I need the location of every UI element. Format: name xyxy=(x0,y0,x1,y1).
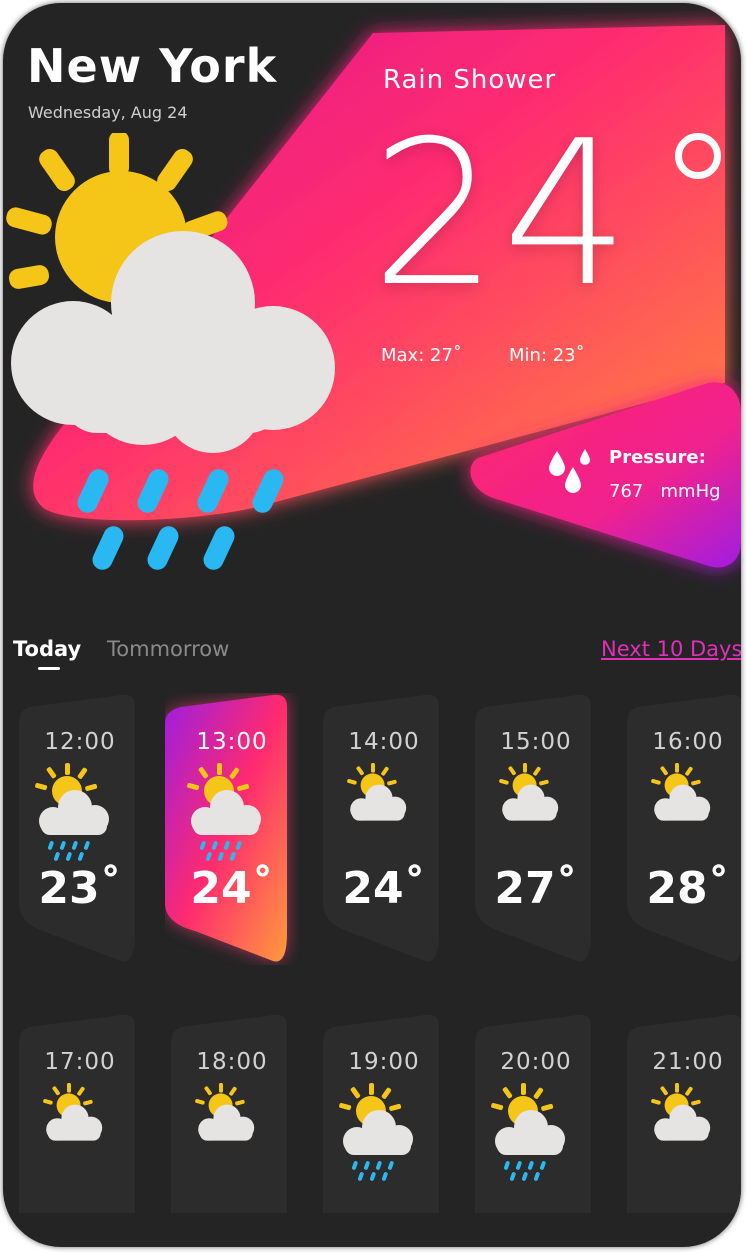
hourly-card-2000[interactable]: 20:00 xyxy=(469,1013,619,1213)
next-10-days-link[interactable]: Next 10 Days xyxy=(601,637,741,661)
hourly-card-1700[interactable]: 17:00 xyxy=(13,1013,163,1213)
city-name: New York xyxy=(27,39,278,93)
hourly-card-1600[interactable]: 16:00 28˚ xyxy=(621,693,741,965)
hourly-card-1900[interactable]: 19:00 xyxy=(317,1013,467,1213)
current-temperature: 24 xyxy=(371,98,634,331)
cloud-sun-icon xyxy=(187,1083,267,1167)
hourly-time: 14:00 xyxy=(348,729,420,755)
rain-cloud-sun-icon xyxy=(187,763,267,867)
rain-cloud-sun-icon xyxy=(491,1083,571,1187)
hourly-time: 17:00 xyxy=(44,1049,116,1075)
hourly-card-1200[interactable]: 12:00 23˚ xyxy=(13,693,163,965)
current-date: Wednesday, Aug 24 xyxy=(28,103,188,122)
cloud-sun-icon xyxy=(643,1083,723,1167)
hourly-card-2100[interactable]: 21:00 xyxy=(621,1013,741,1213)
hourly-time: 13:00 xyxy=(196,729,268,755)
tab-today[interactable]: Today xyxy=(13,637,81,661)
hourly-time: 19:00 xyxy=(348,1049,420,1075)
hourly-card-1300[interactable]: 13:00 24˚ xyxy=(165,693,315,965)
hourly-temp: 23˚ xyxy=(38,863,122,914)
hourly-card-1500[interactable]: 15:00 27˚ xyxy=(469,693,619,965)
cloud-sun-icon xyxy=(35,1083,115,1167)
hourly-time: 15:00 xyxy=(500,729,572,755)
hourly-temp: 27˚ xyxy=(494,863,578,914)
hourly-temp: 24˚ xyxy=(342,863,426,914)
hourly-time: 18:00 xyxy=(196,1049,268,1075)
hourly-time: 16:00 xyxy=(652,729,724,755)
hourly-time: 20:00 xyxy=(500,1049,572,1075)
weather-condition: Rain Shower xyxy=(383,65,557,95)
cloud-sun-icon xyxy=(643,763,723,847)
hourly-temp: 24˚ xyxy=(190,863,274,914)
max-temperature: Max: 27˚ xyxy=(381,345,462,366)
hourly-time: 12:00 xyxy=(44,729,116,755)
phone-screen: New York Wednesday, Aug 24 Rain Shower 2… xyxy=(3,3,741,1247)
current-weather-panel: New York Wednesday, Aug 24 Rain Shower 2… xyxy=(3,3,741,623)
rain-cloud-sun-icon xyxy=(339,1083,419,1187)
hourly-temp: 28˚ xyxy=(646,863,730,914)
water-drops-icon xyxy=(549,449,590,493)
hourly-time: 21:00 xyxy=(652,1049,724,1075)
tab-tomorrow[interactable]: Tommorrow xyxy=(107,637,229,661)
rain-cloud-sun-icon xyxy=(6,133,335,570)
hourly-card-1800[interactable]: 18:00 xyxy=(165,1013,315,1213)
min-temperature: Min: 23˚ xyxy=(509,345,585,366)
degree-symbol xyxy=(675,133,721,179)
rain-cloud-sun-icon xyxy=(35,763,115,867)
tab-active-indicator xyxy=(38,667,60,670)
pressure-label: Pressure: xyxy=(609,447,706,468)
cloud-sun-icon xyxy=(491,763,571,847)
cloud-sun-icon xyxy=(339,763,419,847)
pressure-value: 767 mmHg xyxy=(609,481,721,502)
hourly-card-1400[interactable]: 14:00 24˚ xyxy=(317,693,467,965)
